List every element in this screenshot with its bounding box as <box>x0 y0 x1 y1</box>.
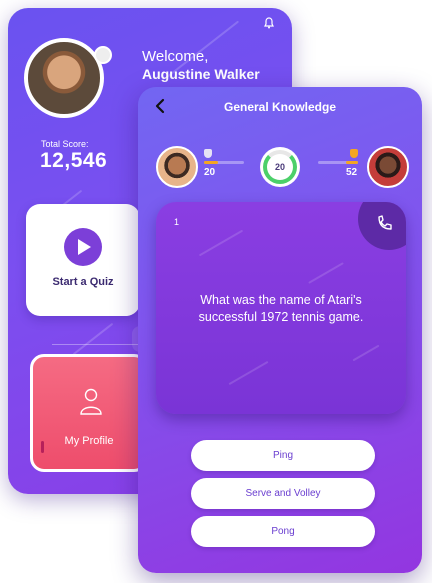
answer-option[interactable]: Pong <box>191 516 375 547</box>
quiz-screen: General Knowledge 20 20 52 1 What was th… <box>138 87 422 573</box>
decor-streak <box>198 229 244 257</box>
card-indicator <box>130 218 133 230</box>
answer-option[interactable]: Serve and Volley <box>191 478 375 509</box>
player-avatar-left <box>156 146 198 188</box>
start-quiz-button[interactable]: Start a Quiz <box>26 204 140 316</box>
player-left-score: 20 <box>204 167 216 178</box>
question-number: 1 <box>174 217 180 227</box>
player-right-progress <box>318 161 358 164</box>
avatar-status-dot <box>94 46 112 64</box>
timer-value: 20 <box>274 162 285 172</box>
shield-icon <box>204 149 212 158</box>
question-card: 1 What was the name of Atari's successfu… <box>156 202 406 414</box>
decor-streak <box>72 322 114 356</box>
user-name: Augustine Walker <box>142 66 260 82</box>
decor-streak <box>308 262 344 284</box>
my-profile-label: My Profile <box>64 435 114 447</box>
my-profile-button[interactable]: My Profile <box>30 354 148 472</box>
total-score-value: 12,546 <box>40 149 108 172</box>
player-right-score: 52 <box>346 167 358 178</box>
start-quiz-label: Start a Quiz <box>52 276 114 288</box>
card-indicator <box>41 441 44 453</box>
shield-icon <box>350 149 358 158</box>
player-left-progress <box>204 161 244 164</box>
phone-icon <box>378 215 392 230</box>
welcome-text: Welcome, <box>142 48 209 65</box>
total-score-label: Total Score: <box>41 139 89 149</box>
play-icon-triangle <box>78 239 91 255</box>
bell-icon[interactable] <box>262 16 276 30</box>
countdown-timer: 20 <box>260 147 300 187</box>
quiz-category-title: General Knowledge <box>223 100 337 114</box>
player-avatar-right <box>367 146 409 188</box>
answer-option[interactable]: Ping <box>191 440 375 471</box>
user-icon <box>80 388 102 415</box>
question-text: What was the name of Atari's successful … <box>198 293 364 324</box>
divider <box>52 344 142 345</box>
decor-streak <box>352 344 380 362</box>
decor-streak <box>228 360 269 386</box>
user-avatar[interactable] <box>24 38 104 118</box>
